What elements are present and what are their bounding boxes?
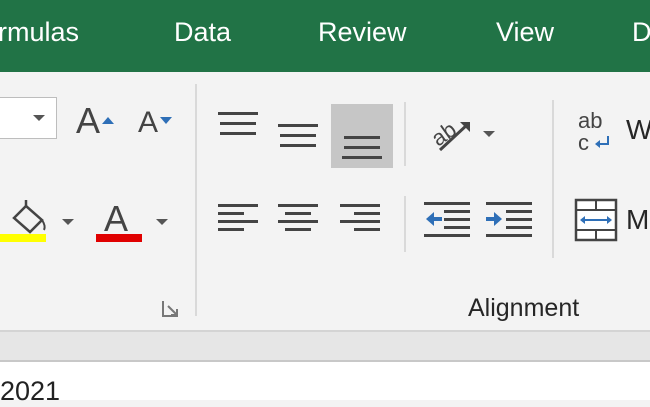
align-center-button[interactable] xyxy=(270,192,326,248)
button-divider xyxy=(404,196,406,252)
font-color-dropdown[interactable] xyxy=(152,212,172,232)
chevron-down-icon xyxy=(33,115,45,121)
orientation-button[interactable]: ab xyxy=(418,102,502,162)
cell-value[interactable]: 2021 xyxy=(0,376,60,407)
wrap-arrow-icon xyxy=(595,136,609,148)
worksheet-area: 2021 xyxy=(0,362,650,406)
bottom-align-button[interactable] xyxy=(331,104,393,168)
increase-font-size-button[interactable]: A xyxy=(74,98,118,142)
tab-data[interactable]: Data xyxy=(174,14,231,50)
caret-down-icon xyxy=(160,117,172,124)
fill-color-button[interactable] xyxy=(0,196,50,246)
top-align-button[interactable] xyxy=(210,102,266,162)
group-divider xyxy=(195,84,197,316)
align-center-icon xyxy=(278,204,318,231)
ribbon-tab-bar: rmulas Data Review View D xyxy=(0,0,650,72)
font-dialog-launcher[interactable] xyxy=(160,298,182,320)
alignment-group-label: Alignment xyxy=(468,294,580,322)
merge-cells-icon xyxy=(574,198,618,242)
paint-bucket-icon xyxy=(12,200,46,234)
align-left-button[interactable] xyxy=(210,192,266,248)
wrap-text-icon-bottom: c xyxy=(578,130,589,155)
tab-view[interactable]: View xyxy=(496,14,554,50)
decrease-indent-button[interactable] xyxy=(418,192,474,248)
increase-indent-button[interactable] xyxy=(480,192,536,248)
decrease-font-size-button[interactable]: A xyxy=(134,98,178,142)
decrease-font-size-icon: A xyxy=(138,106,159,139)
font-size-combobox[interactable] xyxy=(0,97,57,139)
fill-color-swatch xyxy=(0,234,46,242)
align-left-icon xyxy=(218,204,258,231)
button-divider xyxy=(552,100,554,258)
ribbon-panel: A A A ab ab c W M Alignment xyxy=(0,72,650,330)
button-divider xyxy=(404,102,406,166)
chevron-down-icon xyxy=(483,131,495,137)
merge-label: M xyxy=(626,204,650,235)
increase-indent-icon xyxy=(486,202,532,237)
merge-center-button[interactable]: M xyxy=(570,192,650,248)
fill-color-dropdown[interactable] xyxy=(58,212,78,232)
tab-formulas[interactable]: rmulas xyxy=(0,14,79,50)
decrease-indent-icon xyxy=(424,202,470,237)
tab-review[interactable]: Review xyxy=(318,14,407,50)
wrap-text-icon: ab c xyxy=(578,108,618,156)
increase-font-size-icon: A xyxy=(76,100,101,141)
text-orientation-icon: ab xyxy=(427,117,470,152)
top-align-icon xyxy=(218,112,258,135)
dialog-launcher-icon xyxy=(162,301,178,317)
middle-align-icon xyxy=(278,124,318,147)
wrap-text-label: W xyxy=(626,114,650,145)
bottom-align-icon xyxy=(342,136,382,159)
chevron-down-icon xyxy=(62,219,74,225)
middle-align-button[interactable] xyxy=(270,102,326,162)
font-color-swatch xyxy=(96,234,142,242)
wrap-text-button[interactable]: ab c W xyxy=(570,102,650,162)
formula-bar-strip xyxy=(0,332,650,360)
chevron-down-icon xyxy=(156,219,168,225)
font-color-button[interactable]: A xyxy=(94,196,144,246)
tab-draw[interactable]: D xyxy=(632,14,650,50)
align-right-button[interactable] xyxy=(332,192,388,248)
align-right-icon xyxy=(340,204,380,231)
caret-up-icon xyxy=(102,117,114,124)
